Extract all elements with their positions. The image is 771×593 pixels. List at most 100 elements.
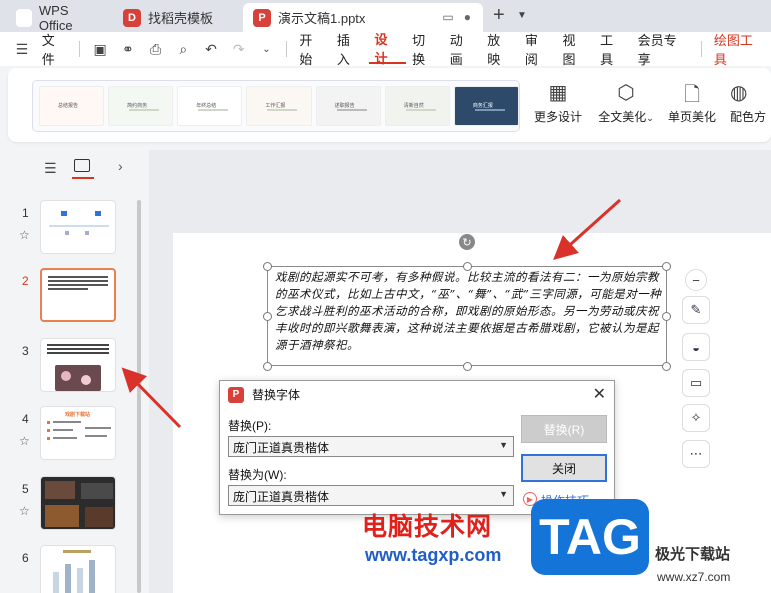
menu-insert[interactable]: 插入: [331, 32, 369, 67]
chevron-right-icon[interactable]: ›: [118, 158, 123, 174]
template-gallery[interactable]: 总结报告 简约商务 年终总结 工作汇报 述职报告 清新自然 商务汇报: [32, 80, 520, 132]
window-icon[interactable]: ▭: [442, 10, 453, 24]
slide-preview[interactable]: [40, 338, 116, 392]
brush-icon[interactable]: ✎: [682, 296, 710, 324]
menu-slideshow[interactable]: 放映: [481, 32, 519, 67]
ppt-file-icon: P: [253, 8, 271, 27]
link-icon[interactable]: ⚭: [119, 40, 137, 58]
fill-icon[interactable]: ◒: [682, 333, 710, 361]
menu-member[interactable]: 会员专享: [632, 32, 695, 67]
outline-view-icon[interactable]: ☰: [44, 160, 57, 177]
divider: [79, 41, 81, 57]
watermark-site-url: www.tagxp.com: [365, 545, 502, 565]
template-thumb[interactable]: 商务汇报: [453, 86, 519, 126]
template-thumb[interactable]: 年终总结: [177, 86, 243, 126]
more-icon[interactable]: ⌄: [258, 40, 276, 58]
watermark-site-name: 电脑技术网: [362, 513, 493, 541]
template-thumb[interactable]: 述职报告: [315, 86, 381, 126]
resize-handle[interactable]: [662, 262, 671, 271]
dropdown-arrow-icon: ▼: [499, 489, 508, 499]
menu-animation[interactable]: 动画: [444, 32, 482, 67]
resize-handle[interactable]: [662, 362, 671, 371]
print-icon[interactable]: ⎙: [147, 40, 165, 58]
full-beautify-button[interactable]: ⬡ 全文美化⌄: [594, 80, 658, 125]
menu-view[interactable]: 视图: [556, 32, 594, 67]
menu-file[interactable]: 文件: [36, 32, 74, 67]
preview-icon[interactable]: ⌕: [174, 40, 192, 58]
cube-icon: ⬡: [617, 82, 635, 104]
redo-icon[interactable]: ↷: [230, 40, 248, 58]
replace-font-select[interactable]: 庞门正道真贵楷体 ▼: [228, 436, 514, 457]
dialog-title: P 替换字体: [228, 386, 300, 403]
single-beautify-button[interactable]: 🗋 单页美化: [660, 80, 724, 125]
resize-handle[interactable]: [263, 362, 272, 371]
close-button[interactable]: 关闭: [521, 454, 607, 482]
divider: [700, 41, 702, 57]
thumbnail-panel-header: ☰ ›: [0, 150, 148, 186]
template-thumb[interactable]: 工作汇报: [246, 86, 312, 126]
star-icon[interactable]: ☆: [19, 504, 30, 518]
menu-review[interactable]: 审阅: [519, 32, 557, 67]
slide-view-icon[interactable]: [74, 159, 90, 172]
tab-wps-office[interactable]: W WPS Office: [6, 2, 108, 33]
ppt-app-icon: P: [228, 386, 244, 403]
tab-label: WPS Office: [38, 2, 73, 33]
slide-preview-active[interactable]: [40, 268, 116, 322]
minus-icon[interactable]: −: [685, 269, 707, 291]
slide-preview[interactable]: [40, 200, 116, 254]
laptop-icon[interactable]: ▭: [682, 369, 710, 397]
dropdown-arrow-icon: ▼: [499, 440, 508, 450]
resize-handle[interactable]: [463, 262, 472, 271]
tab-presentation[interactable]: P 演示文稿1.pptx ▭ ●: [243, 3, 483, 32]
menu-home[interactable]: 开始: [293, 32, 331, 67]
resize-handle[interactable]: [263, 262, 272, 271]
more-dots-icon[interactable]: ⋯: [682, 440, 710, 468]
template-thumb[interactable]: 总结报告: [39, 86, 105, 126]
watermark-right-name: 极光下载站: [655, 546, 731, 563]
menu-transition[interactable]: 切换: [406, 32, 444, 67]
docer-icon: D: [123, 8, 141, 27]
grid-icon: ▦: [548, 82, 568, 104]
replace-font-dialog: P 替换字体 ✕ 替换(P): 庞门正道真贵楷体 ▼ 替换为(W): 庞门正道真…: [219, 380, 615, 515]
magic-icon[interactable]: ✧: [682, 404, 710, 432]
chevron-down-icon[interactable]: ▼: [517, 10, 527, 21]
menu-bar: ☰ 文件 ▣ ⚭ ⎙ ⌕ ↶ ↷ ⌄ 开始 插入 设计 切换 动画 放映 审阅 …: [0, 32, 771, 67]
tab-label: 演示文稿1.pptx: [278, 11, 366, 26]
close-icon[interactable]: ✕: [593, 384, 606, 404]
resize-handle[interactable]: [662, 312, 671, 321]
replace-label: 替换(P):: [228, 419, 272, 433]
star-icon[interactable]: ☆: [19, 434, 30, 448]
replace-with-label: 替换为(W):: [228, 468, 287, 482]
save-icon[interactable]: ▣: [91, 40, 109, 58]
more-design-button[interactable]: ▦ 更多设计: [526, 80, 590, 125]
page-magic-icon: 🗋: [683, 84, 701, 106]
slide-preview[interactable]: [40, 476, 116, 530]
template-thumb[interactable]: 清新自然: [384, 86, 450, 126]
slide-preview[interactable]: [40, 545, 116, 593]
resize-handle[interactable]: [263, 312, 272, 321]
slide-preview[interactable]: 戏剧下载站: [40, 406, 116, 460]
undo-icon[interactable]: ↶: [202, 40, 220, 58]
wps-logo-icon: W: [16, 8, 32, 27]
tab-actions: ▭ ●: [442, 10, 471, 24]
hamburger-icon[interactable]: ☰: [13, 40, 31, 58]
tab-docer[interactable]: D 找稻壳模板: [113, 3, 238, 32]
menu-design[interactable]: 设计: [368, 32, 407, 66]
active-view-indicator: [72, 177, 94, 179]
star-icon[interactable]: ☆: [19, 228, 30, 242]
thumbnail-scrollbar[interactable]: [137, 200, 141, 593]
new-tab-icon[interactable]: +: [493, 4, 505, 27]
rotate-handle-icon[interactable]: ↻: [459, 234, 475, 250]
color-scheme-button[interactable]: ◍ 配色方: [730, 80, 770, 125]
tab-label: 找稻壳模板: [148, 11, 214, 26]
resize-handle[interactable]: [463, 362, 472, 371]
replace-with-font-select[interactable]: 庞门正道真贵楷体 ▼: [228, 485, 514, 506]
dot-icon[interactable]: ●: [464, 10, 471, 24]
replace-button[interactable]: 替换(R): [521, 415, 607, 443]
design-ribbon: 总结报告 简约商务 年终总结 工作汇报 述职报告 清新自然 商务汇报 ▦ 更多设…: [8, 68, 771, 142]
text-box-content[interactable]: 戏剧的起源实不可考，有多种假说。比较主流的看法有二：一为原始宗教的巫术仪式，比如…: [275, 269, 665, 354]
palette-icon: ◍: [730, 82, 748, 104]
template-thumb[interactable]: 简约商务: [108, 86, 174, 126]
menu-tools[interactable]: 工具: [594, 32, 632, 67]
menu-draw-tools[interactable]: 绘图工具: [708, 32, 771, 67]
